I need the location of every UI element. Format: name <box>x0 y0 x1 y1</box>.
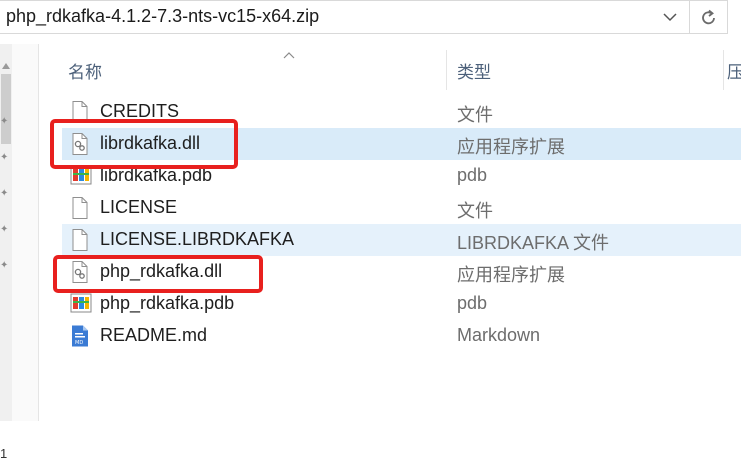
nav-item-fragment: 1 <box>0 446 8 461</box>
file-type: 文件 <box>457 201 493 221</box>
file-type: LIBRDKAFKA 文件 <box>457 233 610 253</box>
pin-icon: ✦ <box>0 152 9 163</box>
file-row[interactable]: MD README.md Markdown <box>62 320 741 352</box>
svg-text:MD: MD <box>75 340 83 346</box>
file-type: 文件 <box>457 105 493 125</box>
navigation-pane[interactable]: ✦ ✦ ✦ ✦ ✦ 1 <box>0 44 39 461</box>
pin-icon: ✦ <box>0 116 9 127</box>
file-type: Markdown <box>457 325 541 345</box>
file-type: 应用程序扩展 <box>457 265 565 285</box>
sort-ascending-icon <box>283 46 295 64</box>
highlight-box <box>53 255 263 293</box>
file-row[interactable]: LICENSE.LIBRDKAFKA LIBRDKAFKA 文件 <box>62 224 741 256</box>
file-type: pdb <box>457 293 488 313</box>
column-header-name[interactable]: 名称 <box>68 58 102 83</box>
pin-icon: ✦ <box>0 260 9 271</box>
address-bar: php_rdkafka-4.1.2-7.3-nts-vc15-x64.zip <box>0 0 741 36</box>
scrollbar-thumb[interactable] <box>1 74 11 144</box>
address-field[interactable]: php_rdkafka-4.1.2-7.3-nts-vc15-x64.zip <box>0 0 690 34</box>
refresh-button[interactable] <box>690 0 728 34</box>
column-header-type[interactable]: 类型 <box>457 58 491 83</box>
file-type: 应用程序扩展 <box>457 137 565 157</box>
file-name: php_rdkafka.pdb <box>100 293 235 313</box>
file-icon <box>70 228 90 252</box>
file-row[interactable]: LICENSE 文件 <box>62 192 741 224</box>
highlight-box <box>50 119 238 169</box>
chevron-down-icon[interactable] <box>661 8 679 26</box>
file-name: LICENSE.LIBRDKAFKA <box>100 229 295 249</box>
pdb-icon <box>70 292 92 316</box>
markdown-icon: MD <box>70 324 90 348</box>
file-type: pdb <box>457 165 488 185</box>
file-name: LICENSE <box>100 197 178 217</box>
file-icon <box>70 196 90 220</box>
column-header-more[interactable]: 压 <box>727 58 741 83</box>
address-path[interactable]: php_rdkafka-4.1.2-7.3-nts-vc15-x64.zip <box>6 6 319 27</box>
scroll-up-arrow-icon[interactable] <box>2 56 10 74</box>
file-name: README.md <box>100 325 208 345</box>
column-header-row: 名称 类型 压 <box>38 46 741 92</box>
column-divider[interactable] <box>446 50 447 90</box>
pin-icon: ✦ <box>0 224 9 235</box>
column-divider[interactable] <box>723 50 724 90</box>
pin-icon: ✦ <box>0 188 9 199</box>
